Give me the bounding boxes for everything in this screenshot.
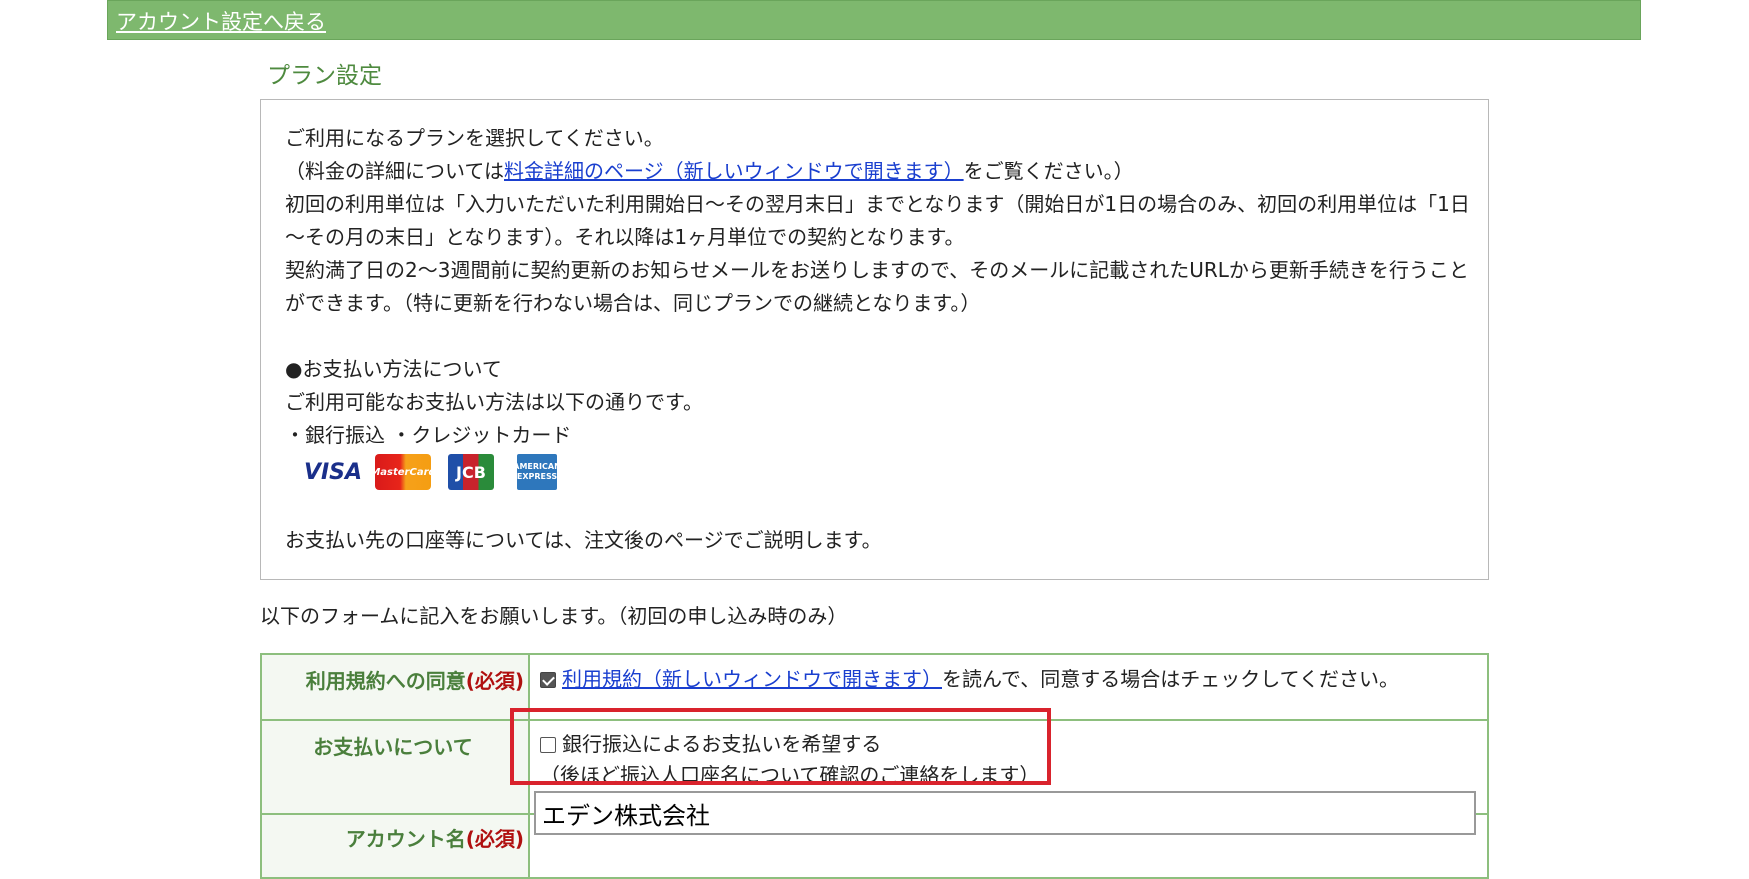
bank-transfer-label[interactable]: 銀行振込によるお支払いを希望する	[562, 732, 881, 756]
intro-line-1: ご利用になるプランを選択してください。	[285, 126, 664, 150]
terms-link[interactable]: 利用規約（新しいウィンドウで開きます）	[562, 667, 942, 691]
required-mark: (必須)	[465, 669, 524, 693]
terms-label-cell: 利用規約への同意(必須)	[260, 653, 530, 721]
terms-row: 利用規約への同意(必須) 利用規約（新しいウィンドウで開きます）を読んで、同意す…	[260, 653, 1489, 721]
intro-line-2-prefix: （料金の詳細については	[285, 159, 504, 183]
back-to-account-settings-link[interactable]: アカウント設定へ戻る	[116, 6, 326, 36]
intro-line-4: 契約満了日の2～3週間前に契約更新のお知らせメールをお送りしますので、そのメール…	[285, 258, 1469, 315]
payment-label-cell: お支払いについて	[260, 719, 530, 815]
amex-logo-icon: AMERICAN EXPRESS	[513, 454, 561, 490]
plan-info-text: ご利用になるプランを選択してください。 （料金の詳細については料金詳細のページ（…	[285, 122, 1475, 452]
visa-logo-icon: VISA	[303, 459, 363, 485]
terms-label: 利用規約への同意(必須)	[262, 655, 524, 694]
payment-label: お支払いについて	[313, 735, 473, 759]
registration-form: 利用規約への同意(必須) 利用規約（新しいウィンドウで開きます）を読んで、同意す…	[260, 653, 1489, 879]
payment-methods: ・銀行振込 ・クレジットカード	[285, 423, 572, 447]
account-label-cell: アカウント名(必須)	[260, 813, 530, 879]
intro-line-3: 初回の利用単位は「入力いただいた利用開始日～その翌月末日」までとなります（開始日…	[285, 192, 1470, 249]
intro-line-2: （料金の詳細については料金詳細のページ（新しいウィンドウで開きます）をご覧くださ…	[285, 155, 1475, 188]
bank-transfer-note: （後ほど振込人口座名について確認のご連絡をします）	[540, 763, 1040, 787]
terms-checkbox[interactable]	[540, 672, 556, 688]
terms-suffix: を読んで、同意する場合はチェックしてください。	[942, 667, 1399, 691]
amex-logo-text: AMERICAN EXPRESS	[513, 462, 561, 481]
plan-info-box: ご利用になるプランを選択してください。 （料金の詳細については料金詳細のページ（…	[260, 99, 1489, 580]
top-bar: アカウント設定へ戻る	[107, 0, 1641, 40]
terms-label-text: 利用規約への同意	[305, 669, 466, 693]
required-mark: (必須)	[465, 827, 524, 851]
jcb-logo-icon: JCB	[448, 454, 494, 490]
intro-line-2-suffix: をご覧ください。）	[963, 159, 1134, 183]
bank-transfer-option: 銀行振込によるお支払いを希望する	[540, 729, 1477, 760]
price-details-link[interactable]: 料金詳細のページ（新しいウィンドウで開きます）	[504, 159, 964, 183]
account-label-text: アカウント名	[345, 827, 466, 851]
bank-transfer-checkbox[interactable]	[540, 737, 556, 753]
terms-cell: 利用規約（新しいウィンドウで開きます）を読んで、同意する場合はチェックしてくださ…	[528, 653, 1489, 721]
payment-desc: ご利用可能なお支払い方法は以下の通りです。	[285, 390, 703, 414]
account-label: アカウント名(必須)	[262, 815, 524, 852]
form-note: 以下のフォームに記入をお願いします。（初回の申し込み時のみ）	[260, 604, 848, 628]
account-name-input[interactable]	[534, 791, 1476, 835]
page-title: プラン設定	[267, 63, 382, 89]
payment-destination-note: お支払い先の口座等については、注文後のページでご説明します。	[285, 528, 882, 552]
payment-heading: ●お支払い方法について	[285, 357, 502, 381]
mastercard-logo-icon: MasterCard	[370, 454, 436, 490]
